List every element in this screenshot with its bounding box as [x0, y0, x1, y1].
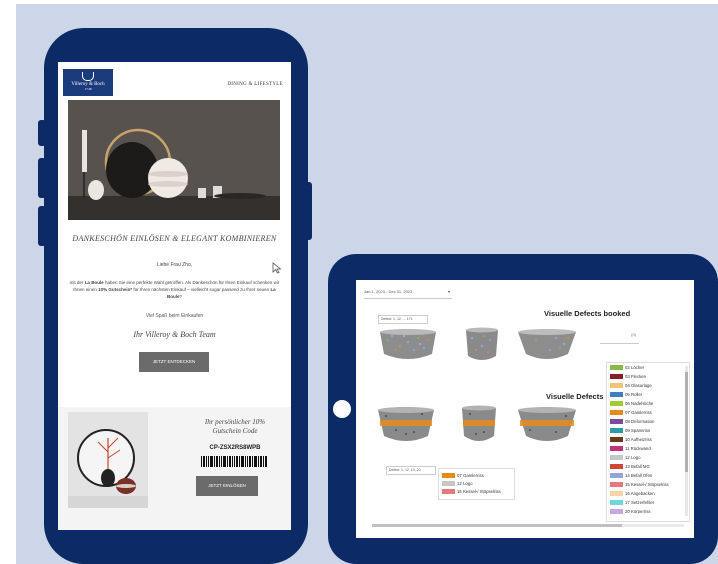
legend-item[interactable]: 20 Körperriss [610, 509, 651, 515]
scrollbar-thumb[interactable] [685, 372, 688, 472]
legend-swatch [610, 428, 623, 434]
mouse-cursor-icon [272, 262, 282, 274]
legend-swatch [610, 464, 623, 470]
legend-item[interactable]: 04 Glasurlage [610, 383, 652, 389]
tablet-home-button[interactable] [333, 400, 351, 418]
legend-swatch [610, 437, 623, 443]
coupon-code: CP-ZSX2RS8WPB [209, 445, 261, 451]
legend-item[interactable]: 17 Setzerfehler [610, 500, 654, 506]
legend-swatch [610, 410, 623, 416]
legend-swatch [610, 482, 623, 488]
section-title-booked: Visuelle Defects booked [544, 309, 631, 318]
legend-item[interactable]: 12 Logo [610, 455, 641, 461]
legend-item[interactable]: 09 Spannriss [610, 428, 650, 434]
legend-item[interactable]: 10 Aufheizriss [610, 437, 652, 443]
phone-screen: Villeroy & Boch 1748 DINING & LIFESTYLE … [58, 62, 291, 530]
defect-map-3d [462, 405, 496, 441]
legend-swatch [610, 500, 623, 506]
brand-logo[interactable]: Villeroy & Boch 1748 [63, 69, 113, 96]
greeting-text: Liebe Frau Zho, [156, 262, 193, 268]
redeem-button[interactable]: JETZT EINLÖSEN [196, 476, 258, 496]
legend-item[interactable]: 07 Gamlerriss [610, 410, 652, 416]
legend-swatch [442, 489, 455, 495]
tableware-illustration [68, 100, 280, 220]
legend-swatch [610, 473, 623, 479]
legend-swatch [610, 446, 623, 452]
defect-legend-small: 07 Gamlerriss 12 Logo 15 Kessel-/ Stöpse… [438, 468, 515, 500]
defect-map-3d [380, 329, 436, 359]
discover-button[interactable]: JETZT ENTDECKEN [139, 352, 209, 372]
legend-item[interactable]: 08 Deformation [610, 419, 654, 425]
phone-power-button [304, 182, 312, 240]
legend-swatch [610, 365, 623, 371]
phone-side-button [38, 120, 46, 146]
defect-filter-bottom[interactable]: Defect: 1, 12, 13, 20 [386, 466, 436, 475]
legend-item[interactable]: 13 Befall MG [610, 464, 650, 470]
defect-map-3d [466, 327, 498, 360]
scrollbar-thumb[interactable] [372, 524, 622, 527]
header-tagline: DINING & LIFESTYLE [227, 82, 283, 87]
legend-swatch [442, 473, 455, 479]
phone-side-button [38, 206, 46, 246]
closing-text: Viel Spaß beim Einkaufen [145, 313, 204, 319]
legend-item[interactable]: 14 Befall Ofen [610, 473, 652, 479]
legend-swatch [610, 509, 623, 515]
legend-swatch [610, 401, 623, 407]
defect-dropdown[interactable]: (0) [600, 326, 639, 344]
decor-illustration [68, 412, 148, 508]
legend-item[interactable]: 15 Kessel-/ Stöpselriss [610, 482, 669, 488]
legend-item: 12 Logo [442, 481, 473, 487]
email-body: mit der La Boule haben Sie eine perfekte… [69, 280, 280, 299]
legend-swatch [610, 383, 623, 389]
barcode [201, 456, 267, 467]
phone-side-button [38, 158, 46, 198]
defect-legend[interactable]: 02 Löcher 03 Flecken 04 Glasurlage 05 Ro… [606, 362, 690, 522]
tablet-screen: Jan 1, 2023 - Dec 31, 2023 ▾ Defect: 1, 1… [356, 280, 694, 538]
signature: Ihr Villeroy & Boch Team [133, 330, 216, 339]
legend-item[interactable]: 02 Löcher [610, 365, 644, 371]
legend-item: 15 Kessel-/ Stöpselriss [442, 489, 501, 495]
legend-item[interactable]: 16 Angebacken [610, 491, 655, 497]
coupon-title: Ihr persönlicher 10% Gutschein Code [204, 418, 266, 435]
legend-swatch [610, 491, 623, 497]
email-headline: DANKESCHÖN EINLÖSEN & ELEGANT KOMBINIERE… [72, 234, 277, 243]
chevron-down-icon: ▾ [447, 289, 450, 294]
legend-item[interactable]: 06 Nadelstiche [610, 401, 653, 407]
legend-item[interactable]: 11 Rückwand [610, 446, 651, 452]
hero-image [68, 100, 280, 220]
legend-item: 07 Gamlerriss [442, 473, 484, 479]
defect-map-3d [378, 407, 434, 441]
date-range-selector[interactable]: Jan 1, 2023 - Dec 31, 2023 ▾ [364, 286, 452, 299]
defect-map-3d [518, 407, 576, 441]
legend-scrollbar[interactable] [685, 366, 688, 516]
defect-filter-top[interactable]: Defect: 1, 12, ... 171 [378, 315, 428, 324]
horizontal-scrollbar[interactable] [372, 524, 684, 527]
legend-swatch [610, 419, 623, 425]
legend-item[interactable]: 03 Flecken [610, 374, 646, 380]
defect-map-3d [518, 329, 576, 359]
legend-swatch [610, 455, 623, 461]
legend-swatch [610, 392, 623, 398]
legend-item[interactable]: 05 Roller [610, 392, 642, 398]
section-title-defects: Visuelle Defects [546, 392, 604, 401]
legend-swatch [610, 374, 623, 380]
coupon-image [68, 412, 148, 508]
legend-swatch [442, 481, 455, 487]
